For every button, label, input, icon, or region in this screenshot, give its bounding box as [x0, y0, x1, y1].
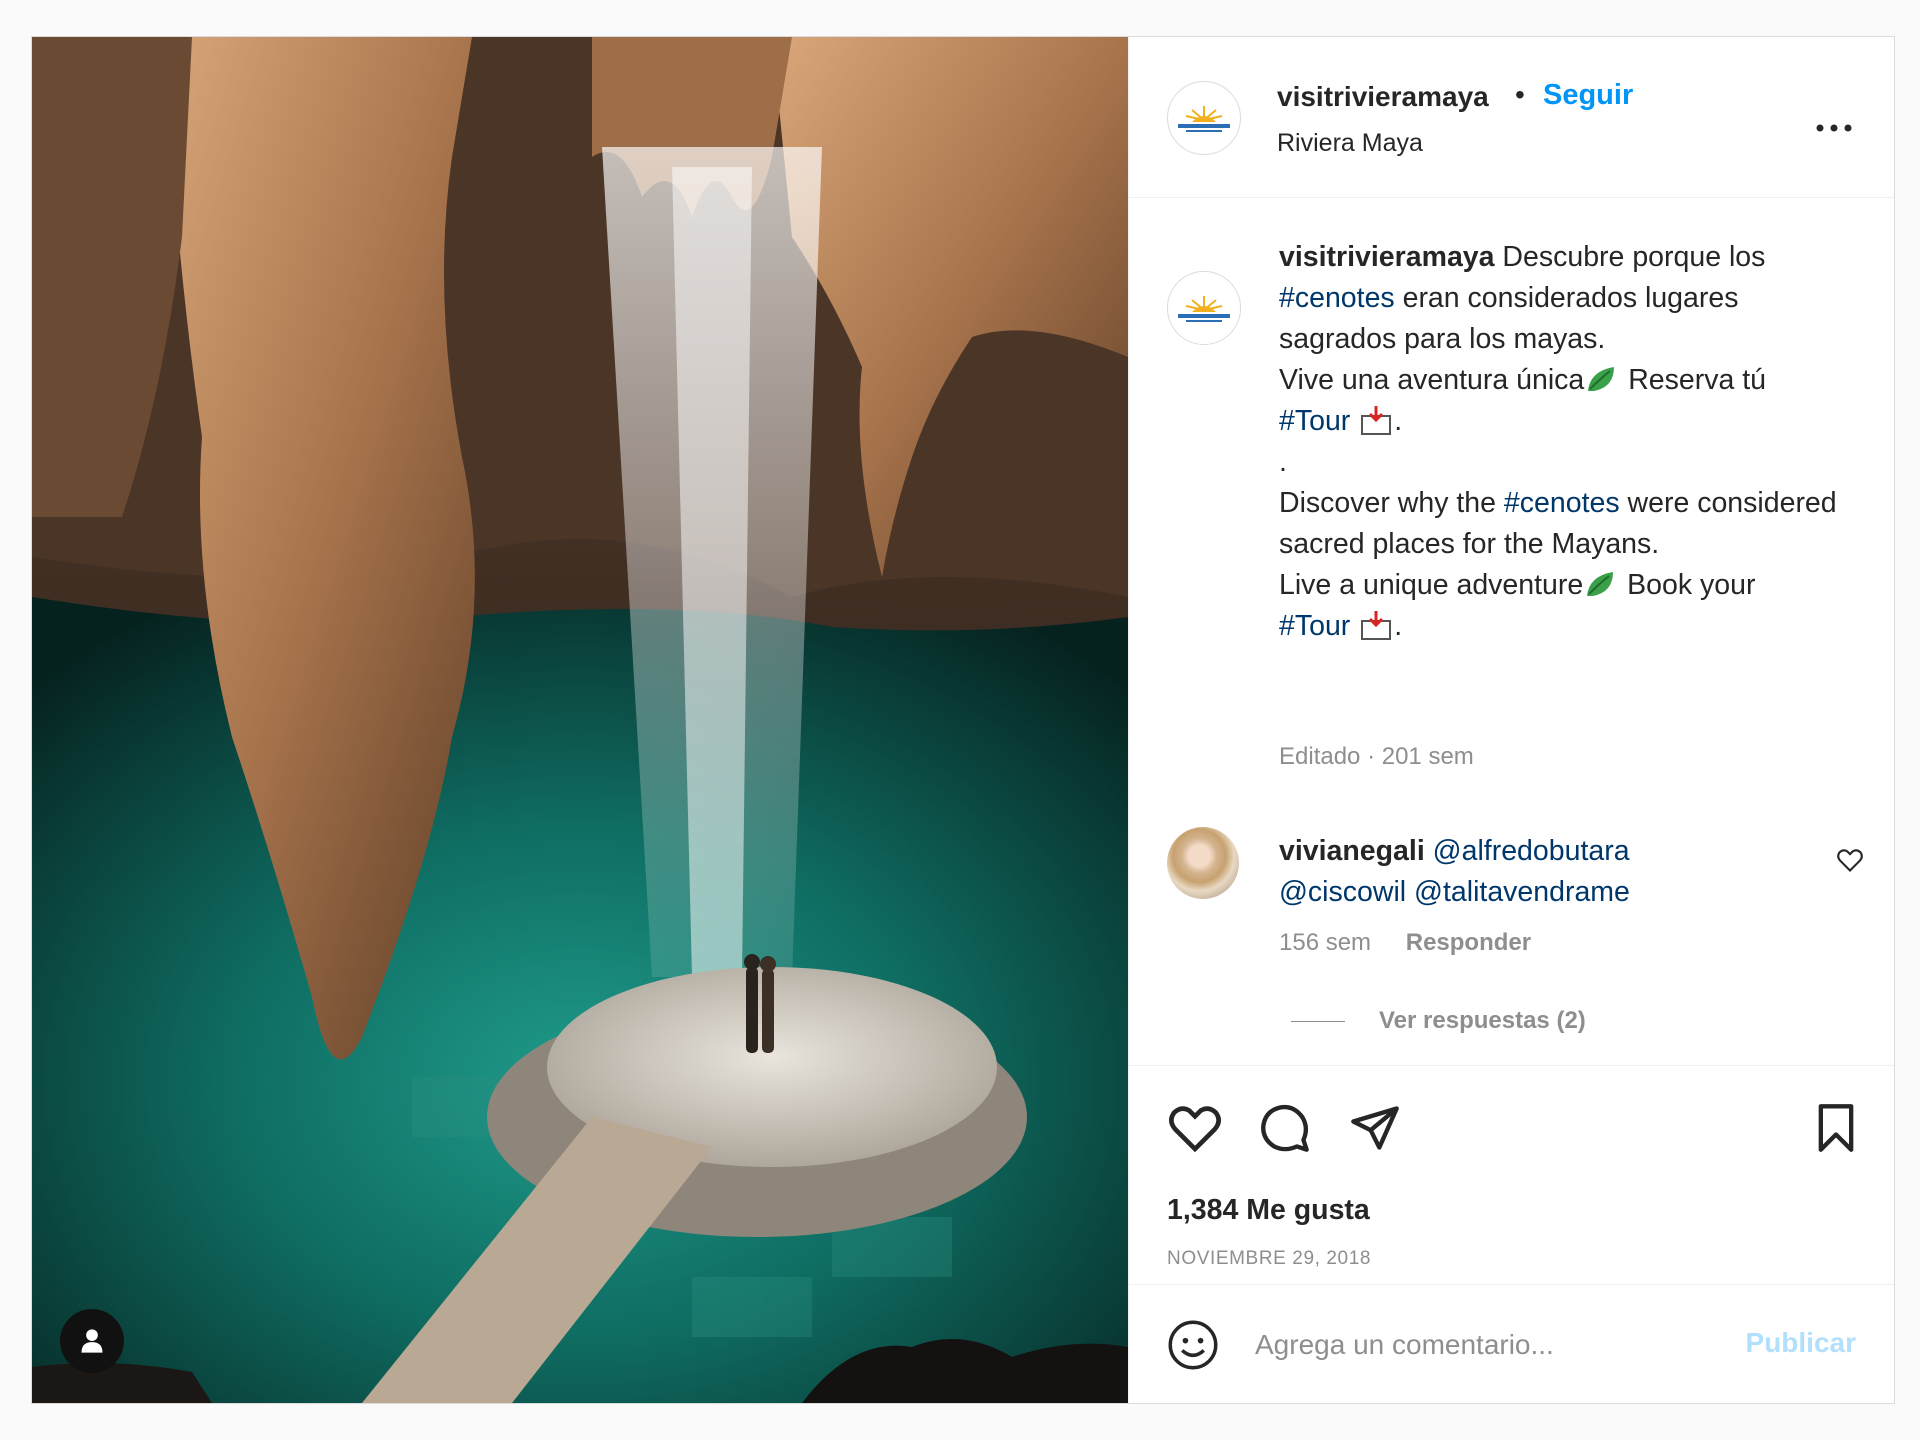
publish-button[interactable]: Publicar	[1746, 1327, 1856, 1359]
bookmark-icon	[1818, 1104, 1854, 1152]
like-button[interactable]	[1167, 1102, 1223, 1159]
inbox-tray-emoji-icon	[1361, 611, 1392, 640]
comment-timestamp[interactable]: 156 sem	[1279, 929, 1371, 956]
caption-line: Vive una aventura única	[1279, 364, 1585, 396]
post-actions: 1,384 Me gusta NOVIEMBRE 29, 2018	[1129, 1065, 1894, 1269]
post-details-panel: visitrivieramaya • Seguir Riviera Maya v…	[1128, 37, 1894, 1403]
leaf-emoji-icon	[1588, 367, 1615, 391]
heart-outline-icon	[1169, 1106, 1221, 1153]
send-paper-plane-icon	[1351, 1106, 1399, 1150]
mention-link[interactable]: @talitavendrame	[1414, 876, 1630, 908]
caption-line: Book your	[1627, 569, 1756, 601]
smiley-face-icon	[1168, 1320, 1218, 1370]
comment-input[interactable]	[1253, 1315, 1677, 1375]
hashtag-tour-en[interactable]: #Tour	[1279, 610, 1350, 642]
commenter-username[interactable]: vivianegali	[1279, 835, 1425, 867]
post-photo[interactable]	[32, 37, 1128, 1403]
caption-username[interactable]: visitrivieramaya	[1279, 241, 1495, 273]
comment-meta: 156 sem Responder	[1279, 929, 1559, 957]
caption-text: visitrivieramaya Descubre porque los #ce…	[1279, 237, 1839, 647]
comment-bubble-icon	[1261, 1104, 1309, 1152]
add-comment-bar: Publicar	[1129, 1284, 1894, 1403]
author-username[interactable]: visitrivieramaya	[1277, 81, 1489, 113]
save-button[interactable]	[1812, 1102, 1860, 1159]
view-replies-label: Ver respuestas (2)	[1379, 1007, 1586, 1034]
post-location[interactable]: Riviera Maya	[1277, 129, 1423, 158]
tagged-users-button[interactable]	[60, 1309, 124, 1373]
caption-line: Descubre porque los	[1502, 241, 1766, 273]
caption-line: Reserva tú	[1628, 364, 1767, 396]
comment-text: vivianegali @alfredobutara @ciscowil @ta…	[1279, 831, 1709, 913]
caption-period: .	[1394, 610, 1403, 642]
cenote-photo-illustration	[32, 37, 1128, 1403]
comment-button[interactable]	[1257, 1102, 1313, 1159]
hashtag-tour[interactable]: #Tour	[1279, 405, 1350, 437]
caption-period: .	[1394, 405, 1403, 437]
view-replies-button[interactable]: Ver respuestas (2)	[1291, 1007, 1586, 1035]
caption-line: Live a unique adventure	[1279, 569, 1584, 601]
mention-link[interactable]: @alfredobutara	[1433, 835, 1630, 867]
leaf-emoji-icon	[1587, 572, 1614, 596]
caption-timestamp[interactable]: Editado · 201 sem	[1279, 743, 1474, 771]
user-icon	[81, 1329, 103, 1353]
heart-outline-icon	[1837, 849, 1863, 872]
commenter-avatar[interactable]	[1167, 827, 1239, 899]
post-card: visitrivieramaya • Seguir Riviera Maya v…	[31, 36, 1895, 1404]
like-comment-button[interactable]	[1836, 847, 1864, 878]
replies-divider	[1291, 1020, 1345, 1022]
post-date[interactable]: NOVIEMBRE 29, 2018	[1167, 1248, 1371, 1270]
more-horizontal-icon	[1816, 124, 1852, 132]
share-button[interactable]	[1347, 1102, 1403, 1159]
follow-button[interactable]: Seguir	[1543, 79, 1633, 112]
caption-line: Discover why the	[1279, 487, 1496, 519]
mention-link[interactable]: @ciscowil	[1279, 876, 1406, 908]
hashtag-cenotes-en[interactable]: #cenotes	[1504, 487, 1620, 519]
hashtag-cenotes[interactable]: #cenotes	[1279, 282, 1395, 314]
post-header: visitrivieramaya • Seguir Riviera Maya	[1129, 37, 1894, 198]
more-options-button[interactable]	[1814, 101, 1854, 143]
emoji-picker-button[interactable]	[1167, 1319, 1219, 1376]
author-avatar[interactable]	[1167, 81, 1241, 155]
header-separator: •	[1515, 79, 1525, 110]
likes-count[interactable]: 1,384 Me gusta	[1167, 1194, 1370, 1227]
caption-author-avatar[interactable]	[1167, 271, 1241, 345]
riviera-maya-logo-icon	[1178, 106, 1230, 132]
inbox-tray-emoji-icon	[1361, 406, 1392, 435]
riviera-maya-logo-icon	[1178, 296, 1230, 322]
caption-dot-line: .	[1279, 446, 1287, 478]
reply-button[interactable]: Responder	[1406, 929, 1531, 956]
